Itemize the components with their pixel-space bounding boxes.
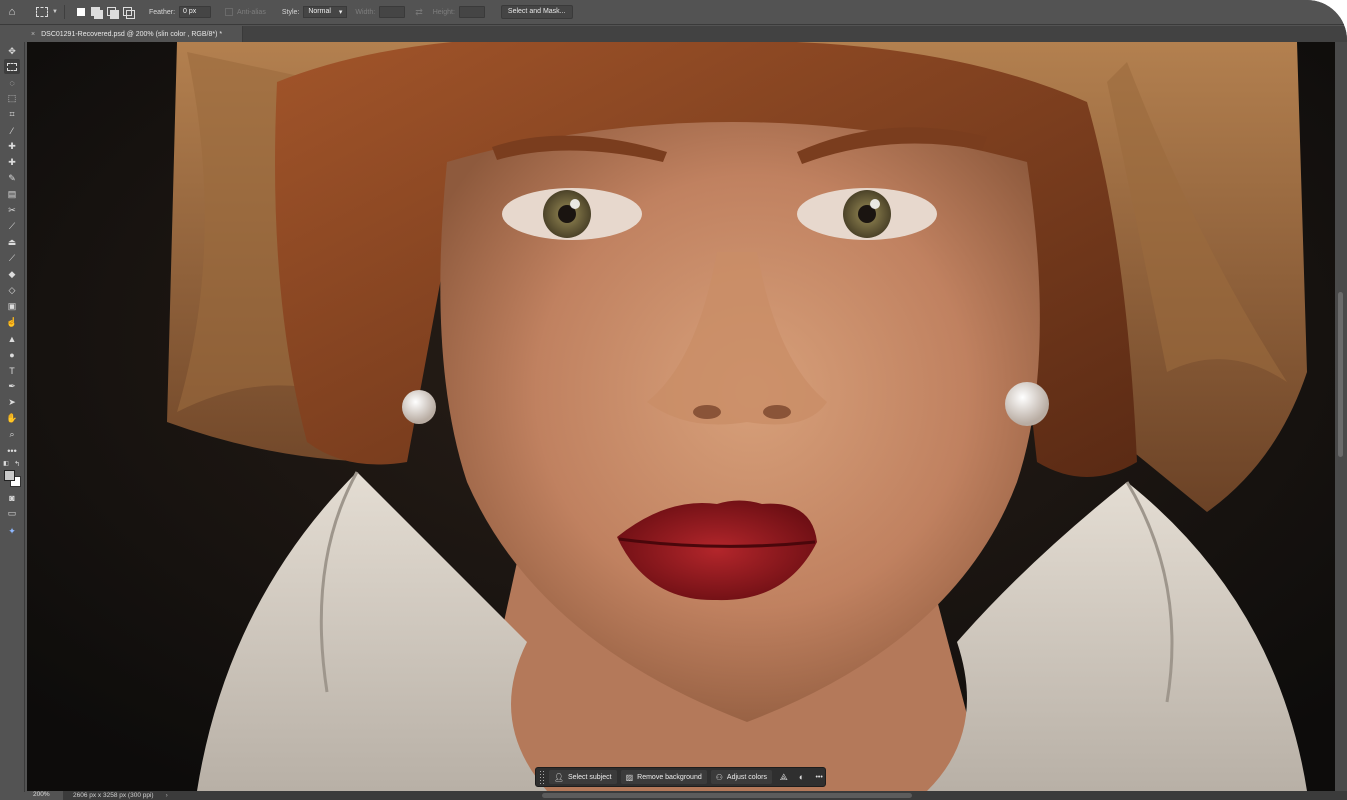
feather-input[interactable]: 0 px: [179, 6, 212, 18]
vertical-scroll-thumb[interactable]: [1338, 292, 1343, 457]
person-icon: 👤︎: [553, 772, 564, 782]
home-icon[interactable]: ⌂: [0, 0, 24, 25]
quick-mask-icon[interactable]: ◙: [4, 490, 20, 505]
portrait-image: [27, 42, 1335, 791]
type-tool-icon[interactable]: T: [4, 363, 20, 378]
style-label: Style:: [281, 8, 300, 16]
dodge-tool-icon[interactable]: ●: [4, 347, 20, 362]
height-input[interactable]: [458, 6, 485, 18]
vertical-scrollbar[interactable]: [1335, 42, 1347, 791]
pencil-tool-icon[interactable]: ▤: [4, 187, 20, 202]
foreground-color-swatch[interactable]: [4, 470, 15, 481]
scissors-tool-icon[interactable]: ✂: [4, 203, 20, 218]
rectangular-marquee-preset-icon[interactable]: [36, 7, 48, 17]
style-value: Normal: [308, 8, 331, 15]
height-label: Height:: [432, 8, 455, 16]
gradient-tool-icon[interactable]: ▣: [4, 299, 20, 314]
options-bar: ⌂ ▼ Feather: 0 px Anti-alias Style: Norm…: [0, 0, 1347, 25]
image-icon: ▨: [625, 772, 634, 782]
history-brush-tool-icon[interactable]: ⟋: [4, 251, 20, 266]
adjust-colors-button[interactable]: ⚇ Adjust colors: [710, 770, 772, 784]
adjust-colors-label: Adjust colors: [726, 773, 767, 781]
anti-alias-label: Anti-alias: [237, 8, 266, 16]
screen-mode-icon[interactable]: ▭: [4, 506, 20, 521]
subtract-from-selection-icon[interactable]: [106, 7, 119, 19]
width-input[interactable]: [379, 6, 406, 18]
smudge-tool-icon[interactable]: ☝: [4, 315, 20, 330]
width-label: Width:: [355, 8, 376, 16]
lasso-tool-icon[interactable]: ◌: [4, 75, 20, 90]
blur-tool-icon[interactable]: ▲: [4, 331, 20, 346]
close-tab-icon[interactable]: ×: [31, 31, 35, 38]
move-tool-icon[interactable]: ✥: [4, 44, 20, 59]
document-title: DSC01291-Recovered.psd @ 200% (slin colo…: [41, 30, 223, 38]
select-and-mask-button[interactable]: Select and Mask...: [500, 5, 573, 19]
chevron-down-icon: ▾: [338, 9, 343, 16]
anti-alias-checkbox[interactable]: [225, 8, 234, 16]
zoom-tool-icon[interactable]: ⌕: [4, 427, 20, 442]
document-tab-bar: × DSC01291-Recovered.psd @ 200% (slin co…: [27, 26, 1347, 42]
brush-tool-icon[interactable]: ✎: [4, 171, 20, 186]
photoshop-window: ⌂ ▼ Feather: 0 px Anti-alias Style: Norm…: [0, 0, 1347, 800]
rectangular-marquee-tool-icon[interactable]: [4, 59, 20, 74]
document-size-info: 2606 px x 3258 px (300 ppi): [73, 792, 154, 799]
more-options-icon[interactable]: •••: [813, 774, 825, 781]
divider: [63, 5, 65, 19]
chevron-down-icon[interactable]: ▼: [52, 9, 58, 15]
chevron-right-icon[interactable]: ›: [166, 792, 168, 799]
art-history-brush-icon[interactable]: ◆: [4, 267, 20, 282]
clone-stamp-tool-icon[interactable]: ⏏: [4, 235, 20, 250]
style-select[interactable]: Normal ▾: [303, 6, 348, 18]
crop-tool-icon[interactable]: ⌗: [4, 107, 20, 122]
hand-tool-icon[interactable]: ✋: [4, 411, 20, 426]
spot-healing-tool-icon[interactable]: ✚: [4, 139, 20, 154]
remove-background-button[interactable]: ▨ Remove background: [620, 770, 707, 784]
feather-label: Feather:: [148, 8, 176, 16]
document-tab[interactable]: × DSC01291-Recovered.psd @ 200% (slin co…: [27, 26, 243, 42]
zoom-level-field[interactable]: 200%: [27, 791, 63, 800]
tools-panel: ✥ ◌ ⬚ ⌗ ⁄ ✚ ✚ ✎ ▤ ✂ ⟋ ⏏ ⟋ ◆ ◇ ▣ ☝ ▲ ● T …: [0, 42, 25, 792]
healing-brush-tool-icon[interactable]: ✚: [4, 155, 20, 170]
generative-icon[interactable]: ✦: [4, 524, 20, 539]
add-to-selection-icon[interactable]: [90, 7, 103, 19]
drag-handle[interactable]: [539, 770, 545, 784]
object-selection-tool-icon[interactable]: ⬚: [4, 91, 20, 106]
paint-brush-tool-icon[interactable]: ⟋: [4, 219, 20, 234]
swap-colors-icon[interactable]: ↰: [12, 456, 22, 471]
select-subject-button[interactable]: 👤︎ Select subject: [548, 770, 617, 784]
select-subject-label: Select subject: [567, 773, 612, 781]
remove-background-label: Remove background: [637, 773, 702, 781]
intersect-selection-icon[interactable]: [122, 7, 135, 19]
document-canvas[interactable]: [27, 42, 1335, 791]
transform-icon[interactable]: ⟁: [778, 772, 790, 783]
eyedropper-tool-icon[interactable]: ⁄: [4, 123, 20, 138]
pen-tool-icon[interactable]: ✒: [4, 379, 20, 394]
adjustment-icon[interactable]: ◐: [796, 772, 808, 782]
swap-width-height-icon[interactable]: ⇄: [415, 7, 423, 18]
new-selection-icon[interactable]: [76, 8, 85, 16]
default-colors-icon[interactable]: ◧: [1, 456, 11, 471]
status-bar: 200% 2606 px x 3258 px (300 ppi) ›: [27, 791, 1347, 800]
eraser-tool-icon[interactable]: ◇: [4, 283, 20, 298]
palette-icon: ⚇: [715, 772, 723, 782]
contextual-task-bar: 👤︎ Select subject ▨ Remove background ⚇ …: [535, 767, 826, 787]
path-selection-tool-icon[interactable]: ➤: [4, 395, 20, 410]
horizontal-scroll-thumb[interactable]: [542, 793, 912, 798]
